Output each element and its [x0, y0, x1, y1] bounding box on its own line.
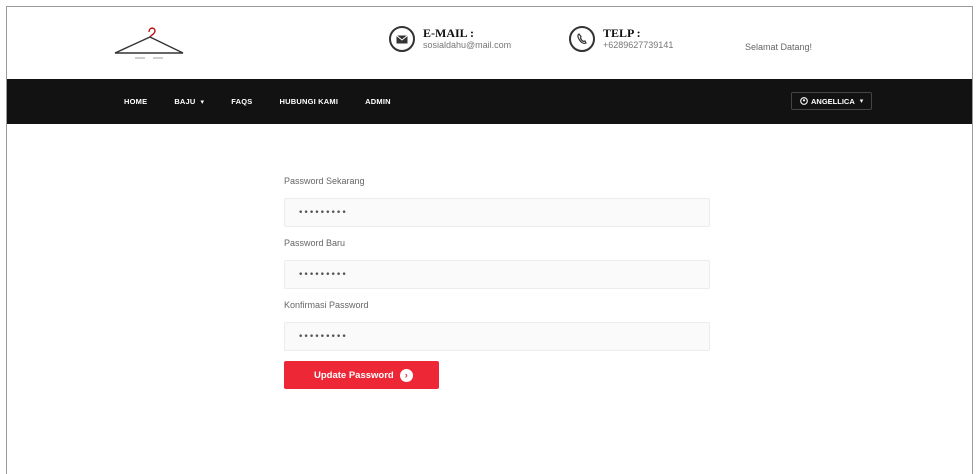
new-password-label: Password Baru: [284, 238, 346, 248]
nav-hubungi-kami[interactable]: HUBUNGI KAMI: [280, 97, 339, 106]
user-menu-button[interactable]: ANGELLICA ▾: [791, 92, 873, 110]
current-password-label: Password Sekarang: [284, 176, 365, 186]
nav-baju[interactable]: BAJU ▾: [174, 97, 204, 106]
email-value[interactable]: sosialdahu@mail.com: [423, 40, 511, 51]
user-icon: [800, 97, 808, 105]
phone-label: TELP :: [603, 25, 641, 40]
phone-contact: TELP : +6289627739141: [569, 26, 673, 52]
nav-baju-label: BAJU: [174, 97, 196, 106]
phone-icon: [569, 26, 595, 52]
browser-viewport: E-MAIL : sosialdahu@mail.com TELP : +628…: [6, 6, 973, 474]
chevron-down-icon: ▾: [859, 98, 864, 105]
email-label: E-MAIL :: [423, 25, 474, 40]
chevron-down-icon: ▾: [200, 99, 205, 106]
update-password-label: Update Password: [314, 369, 394, 381]
phone-value[interactable]: +6289627739141: [603, 40, 673, 51]
main-navbar: HOME BAJU ▾ FAQS HUBUNGI KAMI ADMIN ANGEL…: [7, 79, 972, 124]
current-password-input[interactable]: [284, 198, 710, 227]
new-password-input[interactable]: [284, 260, 710, 289]
hanger-logo-icon[interactable]: [109, 23, 189, 63]
user-name: ANGELLICA: [811, 96, 855, 106]
nav-home[interactable]: HOME: [124, 97, 147, 106]
arrow-right-circle-icon: ›: [399, 368, 413, 382]
greeting-text: Selamat Datang!: [745, 42, 813, 52]
change-password-form: Password Sekarang Password Baru Konfirma…: [284, 175, 710, 389]
top-header: E-MAIL : sosialdahu@mail.com TELP : +628…: [7, 7, 972, 79]
envelope-icon: [389, 26, 415, 52]
email-contact: E-MAIL : sosialdahu@mail.com: [389, 26, 511, 52]
nav-faqs[interactable]: FAQS: [231, 97, 252, 106]
confirm-password-label: Konfirmasi Password: [284, 300, 369, 310]
update-password-button[interactable]: Update Password ›: [284, 361, 439, 389]
nav-links: HOME BAJU ▾ FAQS HUBUNGI KAMI ADMIN: [124, 79, 418, 124]
nav-admin[interactable]: ADMIN: [365, 97, 391, 106]
confirm-password-input[interactable]: [284, 322, 710, 351]
